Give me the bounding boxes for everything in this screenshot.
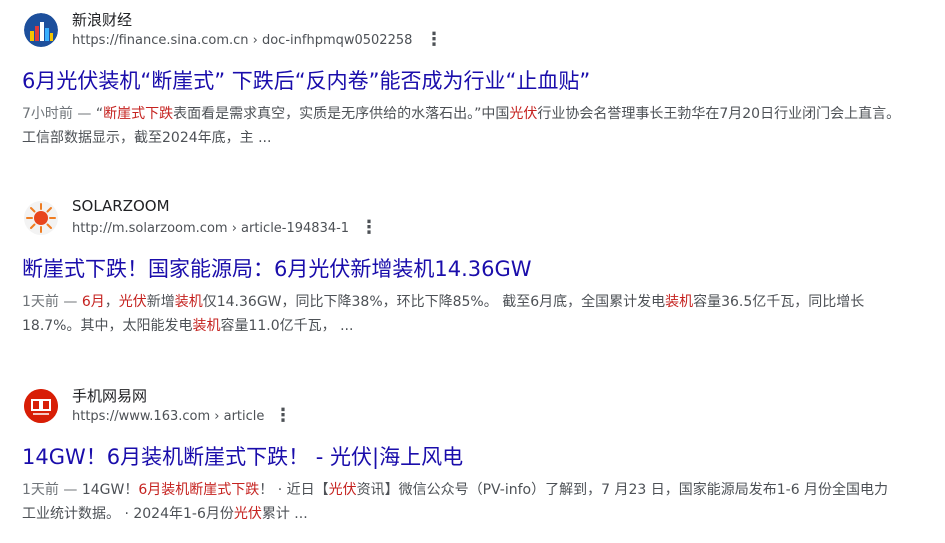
- site-url: https://finance.sina.com.cn › doc-infhpm…: [72, 33, 413, 48]
- snippet-highlight: 光伏: [118, 294, 147, 310]
- snippet-segment: 表面看是需求真空，实质是无序供给的水落石出。”中国: [173, 106, 510, 122]
- more-options-icon[interactable]: ⋮: [425, 30, 443, 50]
- site-url: https://www.163.com › article: [72, 409, 265, 424]
- snippet-segment: 新增: [146, 294, 175, 310]
- snippet-highlight: 6月: [81, 294, 105, 310]
- snippet-highlight: 装机: [665, 294, 694, 310]
- snippet-text: “断崖式下跌表面看是需求真空，实质是无序供给的水落石出。”中国光伏行业协会名誉理…: [22, 106, 900, 146]
- snippet-segment: 仅14.36GW，同比下降38%，环比下降85%。 截至6月底，全国累计发电: [202, 294, 666, 310]
- snippet-text: 6月，光伏新增装机仅14.36GW，同比下降38%，环比下降85%。 截至6月底…: [22, 294, 864, 334]
- site-name: SOLARZOOM: [72, 197, 170, 215]
- more-options-icon[interactable]: ⋮: [274, 406, 292, 426]
- snippet-segment: “: [95, 106, 104, 122]
- search-result: SOLARZOOM http://m.solarzoom.com › artic…: [22, 196, 902, 338]
- result-source[interactable]: SOLARZOOM http://m.solarzoom.com › artic…: [22, 196, 902, 244]
- site-name: 手机网易网: [72, 387, 148, 405]
- result-snippet: 7小时前 — “断崖式下跌表面看是需求真空，实质是无序供给的水落石出。”中国光伏…: [22, 102, 902, 150]
- snippet-segment: 累计 ...: [261, 506, 308, 522]
- sina-finance-icon: [24, 13, 58, 47]
- snippet-highlight: 装机: [174, 294, 203, 310]
- search-result: 新浪财经 https://finance.sina.com.cn › doc-i…: [22, 8, 902, 150]
- result-snippet: 1天前 — 6月，光伏新增装机仅14.36GW，同比下降38%，环比下降85%。…: [22, 290, 902, 338]
- site-url: http://m.solarzoom.com › article-194834-…: [72, 221, 350, 236]
- result-title-link[interactable]: 6月光伏装机“断崖式” 下跌后“反内卷”能否成为行业“止血贴”: [22, 68, 902, 94]
- snippet-segment: ，: [104, 294, 119, 310]
- result-date: 7小时前 —: [22, 106, 96, 122]
- site-name: 新浪财经: [72, 11, 133, 29]
- result-source[interactable]: 手机网易网 https://www.163.com › article ⋮: [22, 384, 902, 432]
- netease-icon: [24, 389, 58, 423]
- search-result: 手机网易网 https://www.163.com › article ⋮ 14…: [22, 384, 902, 526]
- snippet-highlight: 6月装机断崖式下跌: [138, 482, 260, 498]
- snippet-highlight: 光伏: [509, 106, 538, 122]
- snippet-highlight: 光伏: [233, 506, 262, 522]
- result-date: 1天前 —: [22, 294, 82, 310]
- snippet-segment: ！ · 近日【: [259, 482, 329, 498]
- result-title-link[interactable]: 14GW！6月装机断崖式下跌！ - 光伏|海上风电: [22, 444, 902, 470]
- result-title-link[interactable]: 断崖式下跌！国家能源局：6月光伏新增装机14.36GW: [22, 256, 902, 282]
- result-source[interactable]: 新浪财经 https://finance.sina.com.cn › doc-i…: [22, 8, 902, 56]
- snippet-segment: 14GW！: [81, 482, 139, 498]
- snippet-highlight: 断崖式下跌: [103, 106, 174, 122]
- sun-icon: [24, 201, 58, 235]
- snippet-text: 14GW！6月装机断崖式下跌！ · 近日【光伏资讯】微信公众号（PV-info）…: [22, 482, 888, 522]
- more-options-icon[interactable]: ⋮: [360, 218, 378, 238]
- snippet-segment: 容量11.0亿千瓦， ...: [220, 318, 354, 334]
- result-snippet: 1天前 — 14GW！6月装机断崖式下跌！ · 近日【光伏资讯】微信公众号（PV…: [22, 478, 902, 526]
- snippet-highlight: 装机: [192, 318, 221, 334]
- result-date: 1天前 —: [22, 482, 82, 498]
- snippet-highlight: 光伏: [328, 482, 357, 498]
